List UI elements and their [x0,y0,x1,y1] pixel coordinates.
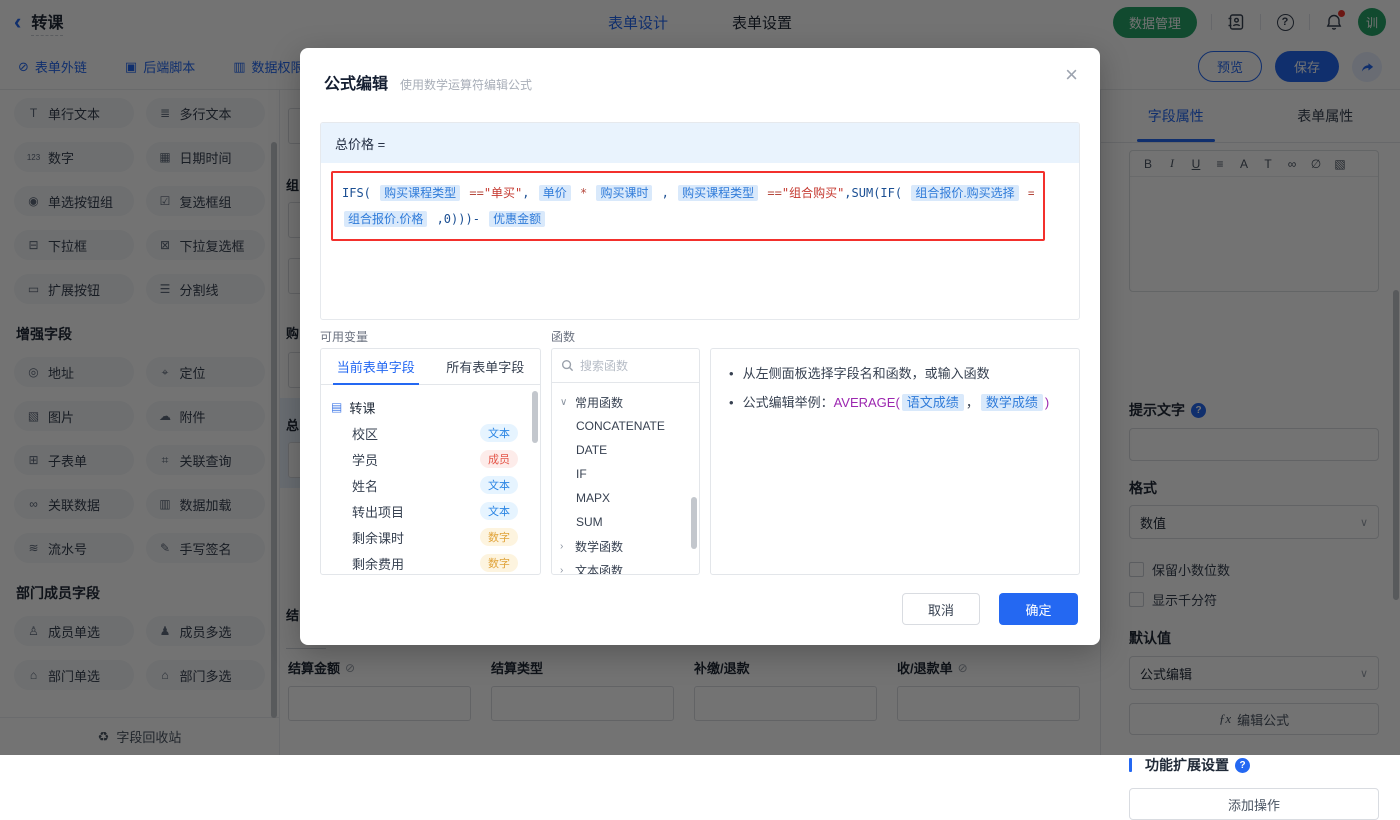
formula-line: IFS( 购买课程类型 =="单买", 单价 * 购买课时 , 购买课程类型 =… [342,180,1034,206]
variable-name: 校区 [352,424,378,443]
accent-bar [1129,758,1132,772]
formula-text: IFS( [342,186,378,200]
add-action-button[interactable]: 添加操作 [1129,788,1379,820]
variable-field-item[interactable]: 校区 文本 [331,420,530,446]
variable-field-item[interactable]: 剩余费用 数字 [331,550,530,575]
field-type-badge: 成员 [480,450,518,468]
chevron-down-icon: ∨ [560,397,570,408]
formula-editor: 总价格 = IFS( 购买课程类型 =="单买", 单价 * 购买课时 , 购买… [320,122,1080,320]
function-group-name: 数学函数 [575,538,623,555]
function-name-text: AVERAGE( [834,395,900,410]
field-type-badge: 数字 [480,528,518,546]
formula-text: , [522,186,536,200]
formula-text: , [654,186,676,200]
dialog-title: 公式编辑 [324,70,388,94]
function-search-input[interactable]: 搜索函数 [552,349,699,383]
formula-result-label: 总价格 = [321,123,1079,163]
formula-text: ,0)))- [429,212,487,226]
formula-text: ,SUM(IF( [844,186,909,200]
function-group-name: 文本函数 [575,562,623,576]
field-token[interactable]: 组合报价.价格 [344,211,427,227]
field-token[interactable]: 单价 [539,185,571,201]
variable-field-item[interactable]: 剩余课时 数字 [331,524,530,550]
close-icon[interactable]: × [1065,64,1078,86]
field-type-badge: 文本 [480,476,518,494]
help-tip-1: • 从左侧面板选择字段名和函数，或输入函数 [729,364,1061,384]
variable-name: 剩余费用 [352,554,404,573]
tip-separator: ， [966,395,979,410]
variable-field-item[interactable]: 转出项目 文本 [331,498,530,524]
chevron-right-icon: › [560,565,570,576]
help-panel: • 从左侧面板选择字段名和函数，或输入函数 • 公式编辑举例：AVERAGE(语… [710,348,1080,575]
field-type-badge: 数字 [480,554,518,572]
formula-highlight-box: IFS( 购买课程类型 =="单买", 单价 * 购买课时 , 购买课程类型 =… [331,171,1045,241]
function-group[interactable]: ∨ 常用函数 [560,390,691,414]
functions-label: 函数 [551,328,575,345]
form-name: 转课 [349,398,375,417]
variables-label: 可用变量 [320,328,368,345]
field-token: 数学成绩 [981,394,1043,411]
variable-field-item[interactable]: 姓名 文本 [331,472,530,498]
function-group[interactable]: › 文本函数 [560,558,691,575]
dialog-subtitle: 使用数学运算符编辑公式 [400,76,532,93]
field-token[interactable]: 优惠金额 [489,211,545,227]
field-token[interactable]: 组合报价.购买选择 [911,185,1018,201]
function-name-text: ) [1045,395,1049,410]
formula-editor-dialog: 公式编辑 使用数学运算符编辑公式 × 总价格 = IFS( 购买课程类型 =="… [300,48,1100,645]
formula-operator: == [760,186,782,200]
formula-line: 组合报价.价格 ,0)))- 优惠金额 [342,206,1034,232]
function-item[interactable]: IF [560,462,691,486]
formula-string: "单买" [484,186,522,200]
variable-name: 姓名 [352,476,378,495]
bullet-icon: • [729,393,734,413]
variables-form-item[interactable]: ▤ 转课 [331,394,530,420]
function-group-name: 常用函数 [575,394,623,411]
function-item[interactable]: CONCATENATE [560,414,691,438]
bullet-icon: • [729,364,734,384]
search-placeholder: 搜索函数 [580,357,628,374]
variables-tab-all[interactable]: 所有表单字段 [431,349,541,384]
search-icon [561,359,574,372]
formula-operator: * [573,186,595,200]
variables-scrollbar[interactable] [532,391,538,443]
variable-name: 学员 [352,450,378,469]
field-token: 语文成绩 [902,394,964,411]
formula-operator: == [462,186,484,200]
extension-settings-title: 功能扩展设置? [1129,755,1250,775]
tip-text: 公式编辑举例： [743,395,834,410]
function-item[interactable]: DATE [560,438,691,462]
field-token[interactable]: 购买课时 [596,185,652,201]
formula-input-area[interactable]: IFS( 购买课程类型 =="单买", 单价 * 购买课时 , 购买课程类型 =… [321,163,1079,249]
function-item[interactable]: SUM [560,510,691,534]
variable-field-item[interactable]: 学员 成员 [331,446,530,472]
function-item[interactable]: MAPX [560,486,691,510]
formula-string: "组合购买" [782,186,844,200]
field-type-badge: 文本 [480,502,518,520]
chevron-right-icon: › [560,541,570,552]
help-icon[interactable]: ? [1235,758,1250,773]
variable-name: 转出项目 [352,502,404,521]
functions-panel: 搜索函数 ∨常用函数CONCATENATEDATEIFMAPXSUM›数学函数›… [551,348,700,575]
variables-panel: 当前表单字段所有表单字段 ▤转课校区文本学员成员姓名文本转出项目文本剩余课时数字… [320,348,541,575]
formula-operator: == [1021,186,1034,200]
field-type-badge: 文本 [480,424,518,442]
functions-scrollbar[interactable] [691,497,697,549]
variables-tab-current[interactable]: 当前表单字段 [321,349,431,384]
field-token[interactable]: 购买课程类型 [678,185,758,201]
field-token[interactable]: 购买课程类型 [380,185,460,201]
help-tip-2: • 公式编辑举例：AVERAGE(语文成绩，数学成绩) [729,393,1061,413]
cancel-button[interactable]: 取消 [902,593,980,625]
variable-name: 剩余课时 [352,528,404,547]
form-file-icon: ▤ [331,400,342,414]
function-group[interactable]: › 数学函数 [560,534,691,558]
confirm-button[interactable]: 确定 [999,593,1078,625]
